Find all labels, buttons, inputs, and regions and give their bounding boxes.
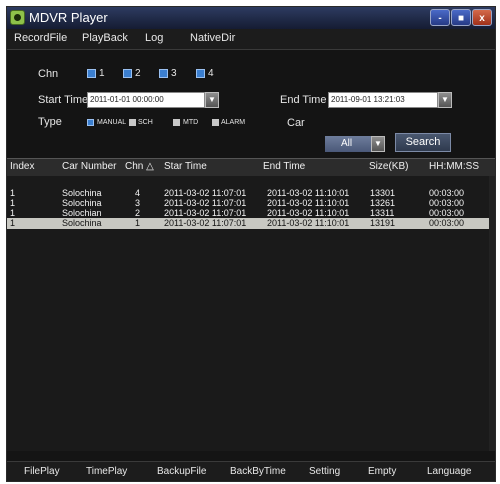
type-manual-checkbox[interactable] bbox=[87, 119, 94, 126]
record-table[interactable]: 1 Solochina 4 2011-03-02 11:07:01 2011-03-02… bbox=[7, 176, 495, 451]
start-time-label: Start Time bbox=[38, 94, 89, 106]
end-time-input[interactable]: 2011-09-01 13:21:03 bbox=[328, 92, 438, 108]
cell-size: 13191 bbox=[370, 218, 396, 228]
channel-3-checkbox[interactable] bbox=[159, 69, 168, 78]
backbytime-button[interactable]: BackByTime bbox=[230, 466, 286, 477]
channel-2-label: 2 bbox=[135, 68, 141, 79]
end-time-dropdown-icon[interactable]: ▼ bbox=[438, 92, 452, 108]
menu-recordfile[interactable]: RecordFile bbox=[14, 32, 67, 44]
menu-nativedir[interactable]: NativeDir bbox=[190, 32, 235, 44]
channel-1-label: 1 bbox=[99, 68, 105, 79]
type-sch-label: SCH bbox=[138, 119, 153, 126]
empty-button[interactable]: Empty bbox=[368, 466, 396, 477]
channel-2-checkbox[interactable] bbox=[123, 69, 132, 78]
fileplay-button[interactable]: FilePlay bbox=[24, 466, 60, 477]
cell-chn: 1 bbox=[135, 218, 141, 228]
setting-button[interactable]: Setting bbox=[309, 466, 340, 477]
end-time-label: End Time bbox=[280, 94, 327, 106]
type-label: Type bbox=[38, 116, 62, 128]
table-header: Index Car Number Chn △ Star Time End Tim… bbox=[7, 158, 495, 177]
type-alarm-label: ALARM bbox=[221, 119, 246, 126]
channel-4-checkbox[interactable] bbox=[196, 69, 205, 78]
vertical-scrollbar[interactable] bbox=[489, 176, 495, 451]
channel-1-checkbox[interactable] bbox=[87, 69, 96, 78]
column-index[interactable]: Index bbox=[10, 161, 34, 172]
chn-label: Chn bbox=[38, 68, 59, 80]
bottom-toolbar: FilePlay TimePlay BackupFile BackByTime … bbox=[7, 461, 495, 481]
column-chn[interactable]: Chn △ bbox=[125, 161, 154, 172]
app-window: MDVR Player - ■ x RecordFile PlayBack Lo… bbox=[6, 6, 496, 482]
column-start-time[interactable]: Star Time bbox=[164, 161, 207, 172]
start-time-input[interactable]: 2011-01-01 00:00:00 bbox=[87, 92, 205, 108]
car-dropdown-icon[interactable]: ▼ bbox=[371, 136, 385, 152]
search-button[interactable]: Search bbox=[395, 133, 451, 152]
maximize-button[interactable]: ■ bbox=[451, 9, 471, 26]
menu-log[interactable]: Log bbox=[145, 32, 163, 44]
column-duration[interactable]: HH:MM:SS bbox=[429, 161, 479, 172]
table-row[interactable]: 1 Solochina 1 2011-03-02 11:07:01 2011-03-02… bbox=[7, 218, 489, 229]
language-button[interactable]: Language bbox=[427, 466, 472, 477]
cell-index: 1 bbox=[10, 218, 16, 228]
start-time-dropdown-icon[interactable]: ▼ bbox=[205, 92, 219, 108]
type-mtd-checkbox[interactable] bbox=[173, 119, 180, 126]
type-mtd-label: MTD bbox=[183, 119, 199, 126]
menu-playback[interactable]: PlayBack bbox=[82, 32, 128, 44]
app-logo-icon bbox=[10, 10, 25, 25]
column-end-time[interactable]: End Time bbox=[263, 161, 305, 172]
menu-bar: RecordFile PlayBack Log NativeDir bbox=[7, 29, 495, 50]
column-size[interactable]: Size(KB) bbox=[369, 161, 408, 172]
channel-4-label: 4 bbox=[208, 68, 214, 79]
window-title: MDVR Player bbox=[29, 10, 108, 25]
cell-start-time: 2011-03-02 11:07:01 bbox=[164, 218, 247, 228]
column-car-number[interactable]: Car Number bbox=[62, 161, 116, 172]
backupfile-button[interactable]: BackupFile bbox=[157, 466, 206, 477]
close-button[interactable]: x bbox=[472, 9, 492, 26]
channel-3-label: 3 bbox=[171, 68, 177, 79]
car-label: Car bbox=[287, 117, 305, 129]
timeplay-button[interactable]: TimePlay bbox=[86, 466, 127, 477]
minimize-button[interactable]: - bbox=[430, 9, 450, 26]
type-sch-checkbox[interactable] bbox=[129, 119, 136, 126]
type-manual-label: MANUAL bbox=[97, 119, 127, 126]
type-alarm-checkbox[interactable] bbox=[212, 119, 219, 126]
cell-car-number: Solochina bbox=[62, 218, 102, 228]
title-bar[interactable]: MDVR Player - ■ x bbox=[7, 7, 495, 29]
cell-duration: 00:03:00 bbox=[429, 218, 465, 228]
cell-end-time: 2011-03-02 11:10:01 bbox=[267, 218, 350, 228]
